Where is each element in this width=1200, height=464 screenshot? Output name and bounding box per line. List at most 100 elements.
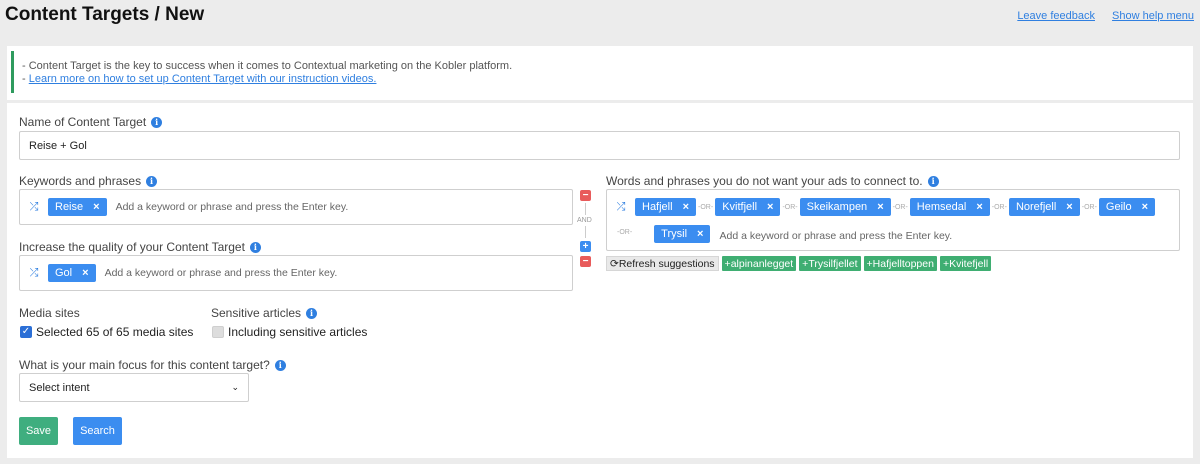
chevron-down-icon: ⌄ <box>231 382 239 392</box>
and-label: AND <box>577 217 592 224</box>
negative-tag: Kvitfjell × <box>715 198 781 216</box>
refresh-label: Refresh suggestions <box>618 257 715 270</box>
media-label: Media sites <box>19 306 80 320</box>
or-separator: -OR- <box>698 203 714 211</box>
tag-label: Geilo <box>1105 201 1132 213</box>
keyword-tag: Reise × <box>48 198 107 216</box>
sensitive-label-row: Sensitive articles i <box>211 306 318 320</box>
info-icon[interactable]: i <box>306 307 318 319</box>
remove-tag-icon[interactable]: × <box>1142 201 1148 213</box>
remove-tag-icon[interactable]: × <box>697 228 703 240</box>
info-line-2-prefix: - <box>22 73 29 85</box>
leave-feedback-link[interactable]: Leave feedback <box>1017 10 1095 22</box>
shuffle-icon[interactable]: ⤮ <box>28 201 40 214</box>
tag-label: Gol <box>55 267 73 279</box>
suggestion-label: Kvitefjell <box>949 257 989 270</box>
tag-label: Norefjell <box>1015 201 1057 213</box>
search-button[interactable]: Search <box>73 417 122 445</box>
or-separator: -OR- <box>782 203 798 211</box>
instruction-videos-link[interactable]: Learn more on how to set up Content Targ… <box>29 73 377 85</box>
shuffle-icon[interactable]: ⤮ <box>28 267 40 280</box>
negative-tag: Norefjell × <box>1008 198 1080 216</box>
suggestion-chip[interactable]: + Trysilfjellet <box>799 256 861 271</box>
shuffle-icon[interactable]: ⤮ <box>615 201 627 214</box>
media-checkbox-label: Selected 65 of 65 media sites <box>36 325 194 339</box>
info-line-1: - Content Target is the key to success w… <box>22 60 513 72</box>
or-separator: -OR- <box>617 229 633 236</box>
negative-label-row: Words and phrases you do not want your a… <box>606 174 939 188</box>
checkbox-unchecked-icon[interactable] <box>212 326 224 338</box>
add-group-button[interactable]: + <box>580 241 591 252</box>
info-icon[interactable]: i <box>151 116 163 128</box>
remove-tag-icon[interactable]: × <box>877 201 883 213</box>
info-line-2: - Learn more on how to set up Content Ta… <box>22 73 1189 86</box>
remove-group-button[interactable]: − <box>580 256 591 267</box>
keywords-label: Keywords and phrases <box>19 174 142 188</box>
remove-tag-icon[interactable]: × <box>683 201 689 213</box>
tag-label: Trysil <box>661 228 688 240</box>
quality-tag: Gol × <box>48 264 96 282</box>
negative-label: Words and phrases you do not want your a… <box>606 174 923 188</box>
tag-label: Skeikampen <box>806 201 868 213</box>
sensitive-articles-checkbox[interactable]: Including sensitive articles <box>212 325 367 339</box>
quality-input[interactable]: ⤮ Gol × Add a keyword or phrase and press… <box>19 255 573 291</box>
suggestion-label: alpinanlegget <box>730 257 794 270</box>
top-links: Leave feedback Show help menu <box>1003 10 1194 22</box>
content-target-form: Name of Content Target i Reise + Gol Keyw… <box>7 103 1193 458</box>
intent-selected-value: Select intent <box>29 381 90 394</box>
refresh-icon: ⟳ <box>610 257 619 270</box>
name-label-row: Name of Content Target i <box>19 115 163 129</box>
remove-tag-icon[interactable]: × <box>767 201 773 213</box>
and-connector-line <box>585 226 586 238</box>
tag-label: Kvitfjell <box>722 201 758 213</box>
name-label: Name of Content Target <box>19 115 147 129</box>
remove-tag-icon[interactable]: × <box>82 267 88 279</box>
quality-label: Increase the quality of your Content Tar… <box>19 240 245 254</box>
or-separator: -OR- <box>1081 203 1097 211</box>
keywords-placeholder: Add a keyword or phrase and press the En… <box>115 201 349 213</box>
keywords-input[interactable]: ⤮ Reise × Add a keyword or phrase and pre… <box>19 189 573 225</box>
intent-select[interactable]: Select intent ⌄ <box>19 373 249 402</box>
focus-label-row: What is your main focus for this content… <box>19 358 286 372</box>
tag-label: Hemsedal <box>916 201 967 213</box>
remove-tag-icon[interactable]: × <box>1066 201 1072 213</box>
negative-keywords-input[interactable]: ⤮ Hafjell × -OR- Kvitfjell × -OR- Skeikamp… <box>606 189 1180 251</box>
tag-label: Hafjell <box>642 201 673 213</box>
remove-group-button[interactable]: − <box>580 190 591 201</box>
checkbox-checked-icon[interactable]: ✓ <box>20 326 32 338</box>
info-icon[interactable]: i <box>146 175 158 187</box>
sensitive-checkbox-label: Including sensitive articles <box>228 325 368 339</box>
negative-placeholder: Add a keyword or phrase and press the En… <box>719 229 953 242</box>
info-panel: - Content Target is the key to success w… <box>7 46 1193 100</box>
and-connector-line <box>585 203 586 215</box>
suggestions-row: ⟳ Refresh suggestions + alpinanlegget + Try… <box>606 256 992 271</box>
info-icon[interactable]: i <box>927 175 939 187</box>
quality-label-row: Increase the quality of your Content Tar… <box>19 240 261 254</box>
negative-tag: Hemsedal × <box>909 198 990 216</box>
suggestion-chip[interactable]: + Kvitefjell <box>939 256 992 271</box>
suggestion-chip[interactable]: + alpinanlegget <box>721 256 797 271</box>
remove-tag-icon[interactable]: × <box>93 201 99 213</box>
name-input[interactable]: Reise + Gol <box>19 131 1180 160</box>
info-callout: - Content Target is the key to success w… <box>11 51 1189 93</box>
focus-label: What is your main focus for this content… <box>19 358 270 372</box>
remove-tag-icon[interactable]: × <box>976 201 982 213</box>
media-sites-checkbox[interactable]: ✓ Selected 65 of 65 media sites <box>20 325 193 339</box>
suggestion-label: Hafjelltoppen <box>872 257 934 270</box>
tag-label: Reise <box>55 201 84 213</box>
or-separator: -OR- <box>991 203 1007 211</box>
page-title: Content Targets / New <box>5 4 205 25</box>
negative-tag: Skeikampen × <box>799 198 891 216</box>
or-separator: -OR- <box>892 203 908 211</box>
info-icon[interactable]: i <box>249 241 261 253</box>
show-help-menu-link[interactable]: Show help menu <box>1112 10 1194 22</box>
save-button[interactable]: Save <box>19 417 58 445</box>
refresh-suggestions-button[interactable]: ⟳ Refresh suggestions <box>606 256 719 271</box>
suggestion-chip[interactable]: + Hafjelltoppen <box>863 256 937 271</box>
negative-tag: Geilo × <box>1098 198 1156 216</box>
negative-tag: Trysil × <box>654 225 711 243</box>
keywords-label-row: Keywords and phrases i <box>19 174 158 188</box>
info-icon[interactable]: i <box>274 359 286 371</box>
negative-tag: Hafjell × <box>635 198 697 216</box>
suggestion-label: Trysilfjellet <box>808 257 858 270</box>
